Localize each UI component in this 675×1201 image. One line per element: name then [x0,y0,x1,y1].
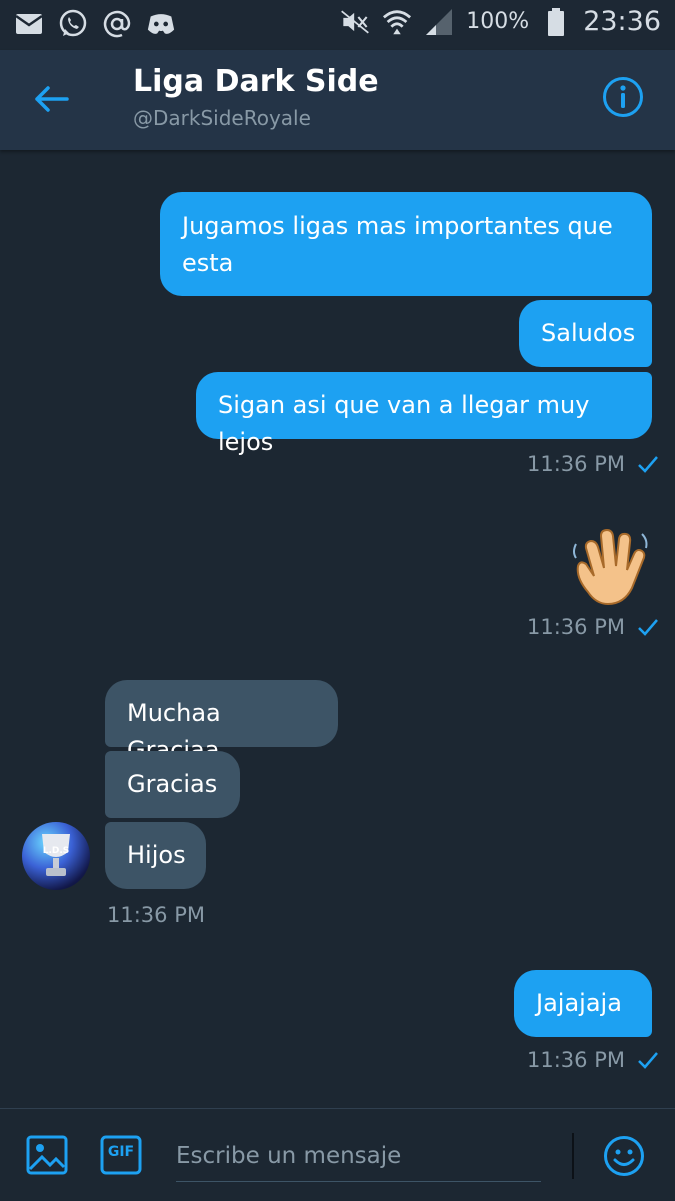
status-bar: 100% 23:36 [0,0,675,50]
wifi-icon [382,7,412,37]
message-timestamp: 11:36 PM [107,903,205,927]
sender-avatar[interactable]: L.D.S [22,822,90,890]
back-arrow-icon [33,85,69,117]
message-composer: GIF [0,1108,675,1201]
back-button[interactable] [28,78,74,124]
message-bubble-outgoing[interactable]: Sigan asi que van a llegar muy lejos [196,372,652,456]
conversation-title: Liga Dark Side [133,64,379,99]
message-text: Sigan asi que van a llegar muy lejos [218,391,590,456]
message-bubble-incoming[interactable]: Gracias [105,751,240,818]
emoji-button[interactable] [603,1135,645,1177]
battery-percentage: 100% [466,9,530,34]
read-check-icon [637,617,659,637]
message-text: Saludos [541,319,636,347]
smiley-icon [603,1136,645,1181]
waving-hand-emoji[interactable] [570,526,652,608]
conversation-header: Liga Dark Side @DarkSideRoyale [0,50,675,150]
at-icon [102,9,132,39]
message-bubble-incoming[interactable]: Hijos [105,822,206,889]
message-input[interactable] [176,1131,541,1182]
mail-icon [14,9,44,39]
message-text-line: Jugamos ligas mas importantes que [182,212,613,240]
message-bubble-incoming[interactable]: Muchaa Graciaa [105,680,338,764]
message-timestamp: 11:36 PM [527,1048,659,1072]
message-text: Gracias [127,770,218,798]
info-button[interactable] [601,77,645,121]
read-check-icon [637,454,659,474]
message-text: Jajajaja [536,989,622,1017]
avatar-label: L.D.S [42,846,70,856]
message-bubble-outgoing[interactable]: Jugamos ligas mas importantes que esta [160,192,652,296]
discord-icon [146,9,176,39]
message-bubble-outgoing[interactable]: Saludos [519,300,652,367]
gif-label: GIF [107,1144,135,1160]
message-text: Hijos [127,841,186,869]
signal-icon [424,7,454,37]
message-text-line: esta [182,249,234,277]
trophy-icon [42,834,70,876]
info-icon [602,76,644,122]
image-icon [26,1135,68,1179]
conversation-handle: @DarkSideRoyale [133,106,311,130]
read-check-icon [637,1050,659,1070]
gif-button[interactable]: GIF [100,1135,142,1175]
message-timestamp: 11:36 PM [527,615,659,639]
composer-divider [572,1133,574,1179]
battery-icon [541,7,571,37]
whatsapp-icon [58,9,88,39]
message-bubble-outgoing[interactable]: Jajajaja [514,970,652,1037]
message-timestamp: 11:36 PM [527,452,659,476]
mute-icon [340,7,370,37]
add-media-button[interactable] [26,1135,68,1175]
status-clock: 23:36 [583,6,661,37]
